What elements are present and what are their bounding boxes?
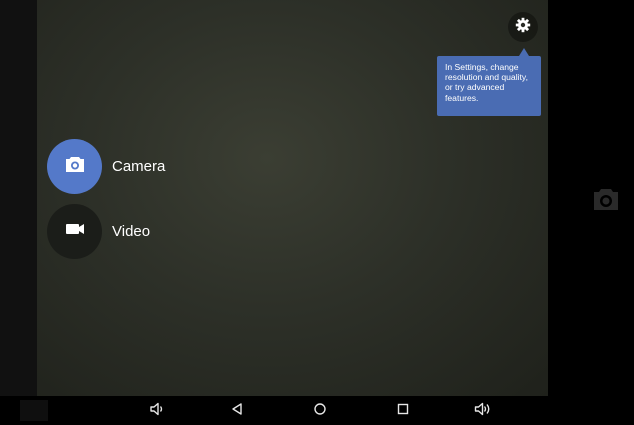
tooltip-arrow — [519, 48, 529, 56]
camera-mode-button[interactable]: Camera — [47, 139, 165, 194]
tooltip-text: In Settings, change resolution and quali… — [445, 62, 528, 103]
recents-button[interactable] — [394, 403, 412, 419]
settings-tooltip[interactable]: In Settings, change resolution and quali… — [437, 56, 541, 116]
right-control-panel — [548, 0, 634, 396]
video-camera-icon — [65, 222, 85, 241]
camera-mode-label: Camera — [112, 158, 166, 175]
back-button[interactable] — [228, 402, 246, 421]
video-mode-button[interactable]: Video — [47, 204, 150, 259]
home-button[interactable] — [311, 402, 329, 421]
video-mode-label: Video — [112, 223, 151, 240]
left-edge-strip — [0, 0, 37, 396]
volume-up-icon — [474, 402, 492, 421]
camera-shutter-icon[interactable] — [592, 186, 620, 212]
settings-button[interactable] — [508, 12, 538, 42]
camera-icon — [65, 155, 85, 178]
volume-down-button[interactable] — [148, 402, 166, 421]
gear-icon — [515, 17, 531, 38]
camera-mode-circle — [47, 139, 102, 194]
back-icon — [230, 402, 244, 421]
navbar-left-block — [20, 400, 48, 421]
home-icon — [313, 402, 327, 421]
recents-icon — [396, 402, 410, 421]
volume-down-icon — [149, 402, 165, 421]
video-mode-circle — [47, 204, 102, 259]
volume-up-button[interactable] — [474, 402, 492, 421]
